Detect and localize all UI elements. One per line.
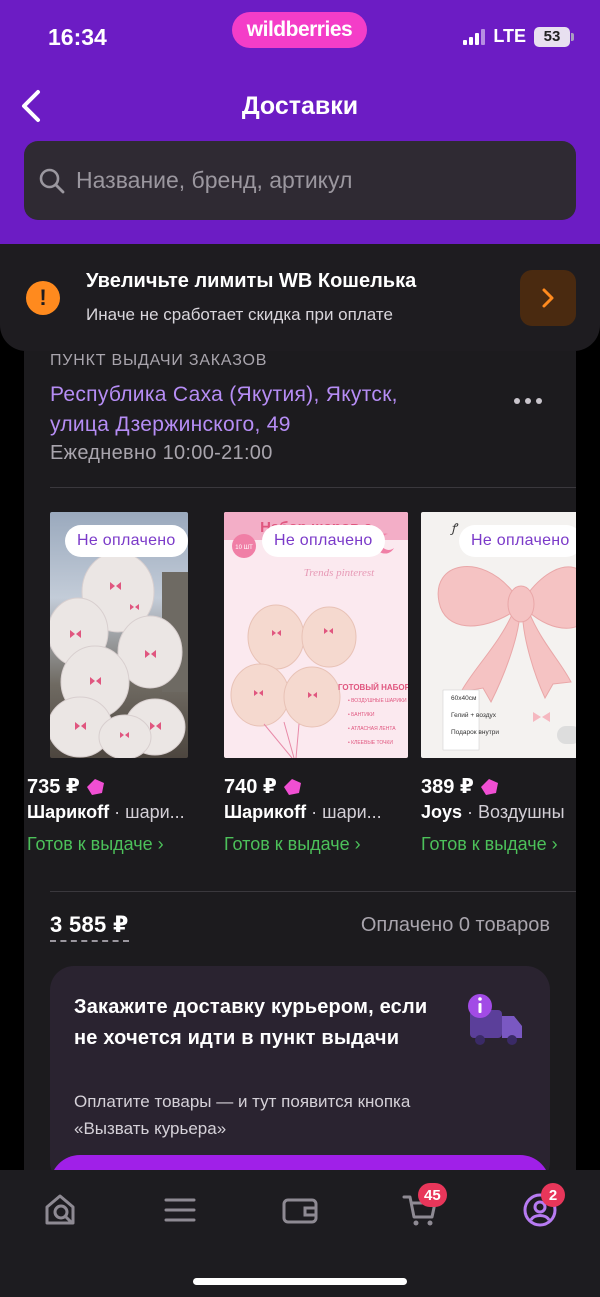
product-brand: Joys [421,802,463,822]
chevron-right-icon [542,288,554,308]
product-brand: Шарикoff [27,802,110,822]
address-line-1: Республика Саха (Якутия), Якутск, [50,383,398,406]
cart-badge: 45 [418,1183,447,1207]
status-time: 16:34 [48,24,107,50]
warning-icon: ! [26,281,60,315]
product-list: Не оплачено 735 ₽ Шарикoff · шари... Гот… [0,512,576,862]
tab-wallet[interactable] [278,1188,322,1232]
product-status[interactable]: Готов к выдаче › [27,834,164,855]
search-icon [39,168,65,193]
image-size: 60x40см [451,695,477,702]
home-indicator[interactable] [193,1278,407,1285]
image-count: 10 ШТ [235,545,253,551]
home-search-icon [45,1194,75,1225]
image-gas: Гелий + воздух [451,711,497,719]
product-name: · шари... [306,802,382,822]
wallet-banner[interactable] [0,244,600,351]
product-price: 389 ₽ [421,774,500,799]
diamond-icon [283,778,301,795]
image-subtitle: Trends pinterest [304,567,375,579]
wallet-banner-title: Увеличьте лимиты WB Кошелька [86,270,417,292]
product-title: Шарикoff · шари... [224,802,409,823]
wallet-banner-button[interactable] [520,270,576,326]
image-list-item: • БАНТИКИ [348,712,375,718]
divider [50,487,576,488]
price-value: 740 ₽ [224,776,277,798]
unpaid-badge: Не оплачено [459,525,576,557]
diamond-icon [480,778,498,795]
order-total[interactable]: 3 585 ₽ [50,912,129,942]
pickup-label: ПУНКТ ВЫДАЧИ ЗАКАЗОВ [50,352,268,369]
product-name: · Воздушны [462,802,565,822]
divider [50,891,576,892]
truck-icon [468,994,522,1045]
unpaid-badge: Не оплачено [65,525,188,557]
paid-count: Оплачено 0 товаров [360,914,550,936]
unpaid-badge: Не оплачено [262,525,385,557]
profile-badge: 2 [541,1183,565,1207]
image-list-item: • АТЛАСНАЯ ЛЕНТА [348,726,396,732]
price-value: 735 ₽ [27,776,80,798]
search-placeholder: Название, бренд, артикул [76,167,353,193]
product-price: 735 ₽ [27,774,106,799]
wallet-banner-subtitle: Иначе не сработает скидка при оплате [86,305,393,324]
wildberries-logo: wildberries [232,12,367,48]
image-list-item: • ВОЗДУШНЫЕ ШАРИКИ [348,698,407,704]
page-title: Доставки [241,92,359,120]
signal-icon [463,28,486,45]
diamond-icon [86,778,104,795]
more-dots-icon [514,398,520,404]
network-label: LTE [493,26,526,46]
product-status[interactable]: Готов к выдаче › [421,834,558,855]
product-status[interactable]: Готов к выдаче › [224,834,361,855]
image-gift: Подарок внутри [451,729,499,736]
product-brand: Шарикoff [224,802,307,822]
svg-text:ꝭ: ꝭ [450,521,459,535]
courier-subtitle: Оплатите товары — и тут появится кнопка … [74,1092,411,1138]
pickup-address[interactable]: Республика Саха (Якутия), Якутск, улица … [50,380,480,440]
search-input[interactable]: Название, бренд, артикул [24,141,576,220]
product-price: 740 ₽ [224,774,303,799]
image-set-title: ГОТОВЫЙ НАБОР [338,683,408,692]
tab-catalog[interactable] [158,1188,202,1232]
battery-icon: 53 [534,26,574,47]
status-indicators: LTE 53 [463,26,574,47]
more-options-button[interactable] [514,398,542,404]
pickup-hours: Ежедневно 10:00-21:00 [50,442,273,464]
price-value: 389 ₽ [421,776,474,798]
wallet-icon [282,1198,318,1224]
image-list-item: • КЛЕЕВЫЕ ТОЧКИ [348,740,393,746]
product-title: Шарикoff · шари... [27,802,209,823]
tab-home[interactable] [38,1188,82,1232]
product-name: · шари... [109,802,185,822]
address-line-2: улица Дзержинского, 49 [50,413,291,436]
courier-title: Закажите доставку курьером, если не хоче… [74,996,428,1049]
menu-icon [164,1198,196,1222]
product-title: Joys · Воздушны [421,802,576,823]
